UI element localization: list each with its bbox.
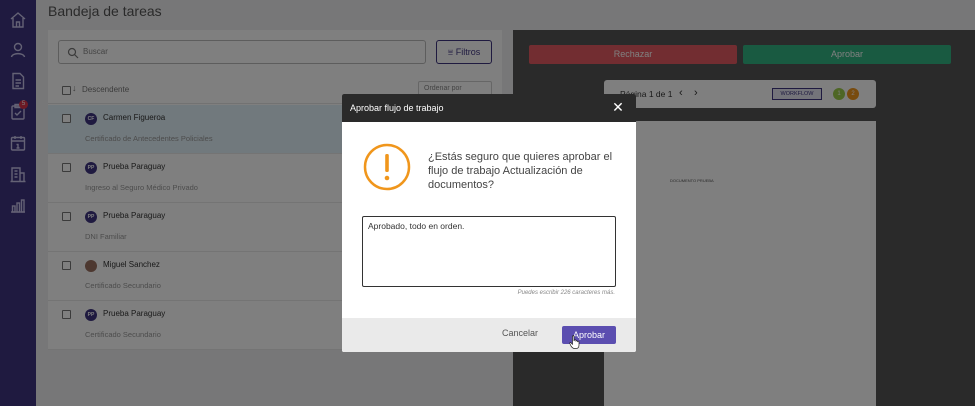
warning-icon: [363, 143, 411, 191]
character-count-hint: Puedes escribir 226 caracteres más.: [517, 290, 615, 296]
confirmation-question: ¿Estás seguro que quieres aprobar el flu…: [428, 151, 613, 191]
close-icon[interactable]: ✕: [610, 99, 626, 115]
dialog-footer: Cancelar Aprobar: [342, 318, 636, 352]
comment-textarea[interactable]: Aprobado, todo en orden.: [362, 216, 616, 287]
dialog-header: Aprobar flujo de trabajo ✕: [342, 94, 636, 122]
hand-cursor-icon: [569, 335, 581, 349]
dialog-title: Aprobar flujo de trabajo: [350, 103, 444, 113]
approve-workflow-dialog: Aprobar flujo de trabajo ✕ ¿Estás seguro…: [342, 94, 636, 352]
cancel-button[interactable]: Cancelar: [502, 328, 538, 338]
